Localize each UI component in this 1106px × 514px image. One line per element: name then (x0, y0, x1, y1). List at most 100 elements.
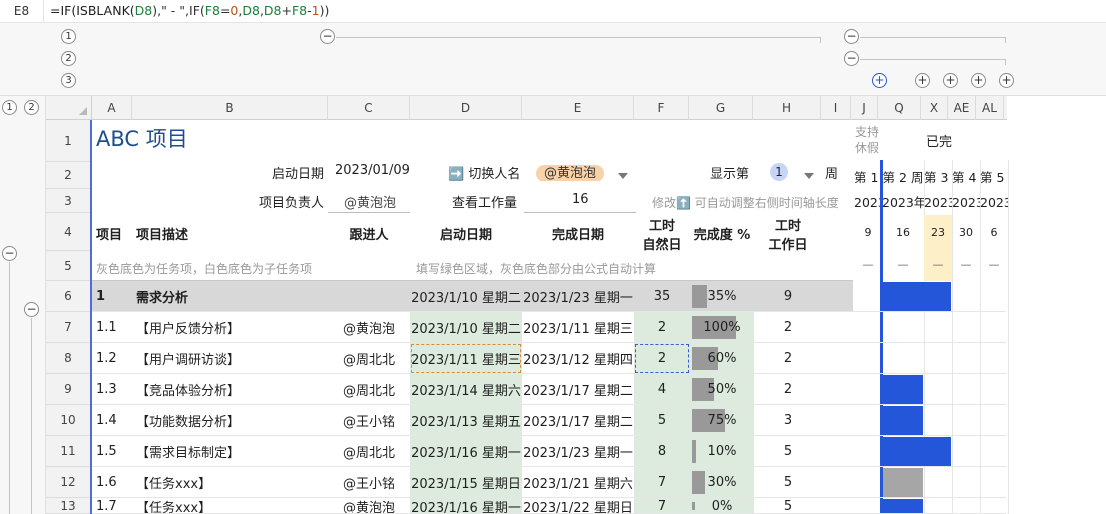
column-header-C[interactable]: C (328, 96, 410, 120)
row-header-13[interactable]: 13 (46, 498, 90, 514)
task-row[interactable]: 1.4 【功能数据分析】 @王小铭 2023/1/13 星期五 2023/1/17 星期… (92, 405, 853, 436)
task-row[interactable]: 1.2 【用户调研访谈】 @周北北 2023/1/11 星期三 2023/1/12 星期… (92, 343, 853, 374)
task-nat-cell[interactable]: 8 (634, 436, 690, 467)
task-id-cell[interactable]: 1.1 (92, 312, 132, 343)
task-id-cell[interactable]: 1.5 (92, 436, 132, 467)
task-follow-cell[interactable]: @王小铭 (328, 467, 410, 498)
column-header-A[interactable]: A (92, 96, 132, 120)
task-id-cell[interactable]: 1 (92, 281, 132, 312)
task-id-cell[interactable]: 1.6 (92, 467, 132, 498)
collapse-group-button[interactable]: − (844, 51, 859, 66)
gantt-bar[interactable] (883, 468, 923, 497)
collapse-group-button[interactable]: − (320, 29, 335, 44)
column-header-X[interactable]: X (921, 96, 948, 120)
row-header-5[interactable]: 5 (46, 251, 90, 281)
task-row[interactable]: 1.1 【用户反馈分析】 @黄泡泡 2023/1/10 星期二 2023/1/11 星期… (92, 312, 853, 343)
task-work-cell[interactable]: 3 (754, 405, 822, 436)
chevron-down-icon[interactable] (618, 173, 628, 179)
task-pct-cell[interactable]: 75% (690, 405, 754, 436)
column-header-E[interactable]: E (522, 96, 634, 120)
task-start-cell[interactable]: 2023/1/15 星期日 (410, 467, 522, 498)
task-desc-cell[interactable]: 需求分析 (132, 281, 328, 312)
row-header-10[interactable]: 10 (46, 405, 90, 436)
task-pct-cell[interactable]: 30% (690, 467, 754, 498)
expand-group-button[interactable]: + (872, 73, 887, 88)
task-desc-cell[interactable]: 【用户反馈分析】 (132, 312, 328, 343)
task-follow-cell[interactable]: @黄泡泡 (328, 498, 410, 514)
task-id-cell[interactable]: 1.3 (92, 374, 132, 405)
task-work-cell[interactable]: 5 (754, 498, 822, 514)
row-header-9[interactable]: 9 (46, 374, 90, 405)
collapse-row-group-button[interactable]: − (2, 246, 17, 261)
expand-group-button[interactable]: + (971, 73, 986, 88)
column-header-I[interactable]: I (821, 96, 851, 120)
task-start-cell[interactable]: 2023/1/10 星期二 (410, 312, 522, 343)
workload-value[interactable]: 16 (572, 192, 589, 207)
row-header-1[interactable]: 1 (46, 120, 90, 162)
task-start-cell[interactable]: 2023/1/14 星期六 (410, 374, 522, 405)
row-header-8[interactable]: 8 (46, 343, 90, 374)
task-pct-cell[interactable]: 0% (690, 498, 754, 514)
task-nat-cell[interactable]: 7 (634, 498, 690, 514)
task-follow-cell[interactable]: @周北北 (328, 374, 410, 405)
task-end-cell[interactable]: 2023/1/17 星期二 (522, 405, 634, 436)
task-follow-cell[interactable] (328, 281, 410, 312)
row-header-3[interactable]: 3 (46, 189, 90, 213)
expand-group-button[interactable]: + (943, 73, 958, 88)
task-pct-cell[interactable]: 35% (690, 281, 754, 312)
task-start-cell[interactable]: 2023/1/16 星期一 (410, 498, 522, 514)
task-nat-cell[interactable]: 7 (634, 467, 690, 498)
task-desc-cell[interactable]: 【任务xxx】 (132, 498, 328, 514)
column-header-J[interactable]: J (851, 96, 878, 120)
cell-reference-box[interactable]: E8 (0, 0, 44, 23)
task-desc-cell[interactable]: 【任务xxx】 (132, 467, 328, 498)
owner-value[interactable]: @黄泡泡 (344, 192, 396, 211)
task-work-cell[interactable]: 5 (754, 436, 822, 467)
row-header-12[interactable]: 12 (46, 467, 90, 498)
column-outline-level-3-button[interactable]: 3 (61, 73, 76, 88)
row-header-7[interactable]: 7 (46, 312, 90, 343)
task-start-cell[interactable]: 2023/1/13 星期五 (410, 405, 522, 436)
task-start-cell[interactable]: 2023/1/10 星期二 (410, 281, 522, 312)
task-end-cell[interactable]: 2023/1/21 星期六 (522, 467, 634, 498)
task-nat-cell[interactable]: 5 (634, 405, 690, 436)
task-work-cell[interactable]: 9 (754, 281, 822, 312)
chevron-down-icon[interactable] (804, 173, 814, 179)
task-follow-cell[interactable]: @黄泡泡 (328, 312, 410, 343)
task-row[interactable]: 1.7 【任务xxx】 @黄泡泡 2023/1/16 星期一 2023/1/22 星期日… (92, 498, 853, 514)
start-date-value[interactable]: 2023/01/09 (335, 163, 410, 178)
row-header-6[interactable]: 6 (46, 281, 90, 312)
switch-person-select[interactable]: @黄泡泡 (536, 162, 605, 181)
column-header-G[interactable]: G (689, 96, 753, 120)
task-work-cell[interactable]: 5 (754, 467, 822, 498)
gantt-bar[interactable] (883, 282, 951, 311)
column-outline-level-2-button[interactable]: 2 (61, 51, 76, 66)
task-group-row[interactable]: 1 需求分析 2023/1/10 星期二 2023/1/23 星期一 35 35% 9 (92, 281, 853, 312)
task-row[interactable]: 1.3 【竞品体验分析】 @周北北 2023/1/14 星期六 2023/1/17 星期… (92, 374, 853, 405)
task-desc-cell[interactable]: 【需求目标制定】 (132, 436, 328, 467)
task-work-cell[interactable]: 2 (754, 343, 822, 374)
column-header-AL[interactable]: AL (976, 96, 1004, 120)
column-header-Q[interactable]: Q (878, 96, 921, 120)
task-pct-cell[interactable]: 10% (690, 436, 754, 467)
task-desc-cell[interactable]: 【功能数据分析】 (132, 405, 328, 436)
collapse-row-group-button[interactable]: − (24, 302, 39, 317)
task-nat-cell[interactable]: 2 (634, 312, 690, 343)
column-header-B[interactable]: B (132, 96, 328, 120)
row-header-4[interactable]: 4 (46, 213, 90, 251)
task-pct-cell[interactable]: 100% (690, 312, 754, 343)
gantt-bar[interactable] (883, 375, 923, 404)
task-end-cell[interactable]: 2023/1/23 星期一 (522, 436, 634, 467)
column-header-AE[interactable]: AE (948, 96, 976, 120)
show-week-select[interactable]: 1 (770, 163, 788, 181)
gantt-bar[interactable] (883, 406, 923, 435)
gantt-bar[interactable] (883, 437, 951, 466)
task-desc-cell[interactable]: 【竞品体验分析】 (132, 374, 328, 405)
task-id-cell[interactable]: 1.4 (92, 405, 132, 436)
collapse-group-button[interactable]: − (844, 29, 859, 44)
task-end-cell[interactable]: 2023/1/17 星期二 (522, 374, 634, 405)
task-follow-cell[interactable]: @王小铭 (328, 405, 410, 436)
task-id-cell[interactable]: 1.2 (92, 343, 132, 374)
task-follow-cell[interactable]: @周北北 (328, 436, 410, 467)
formula-input[interactable]: =IF(ISBLANK(D8)," - ",IF(F8=0,D8,D8+F8-1… (50, 0, 329, 23)
